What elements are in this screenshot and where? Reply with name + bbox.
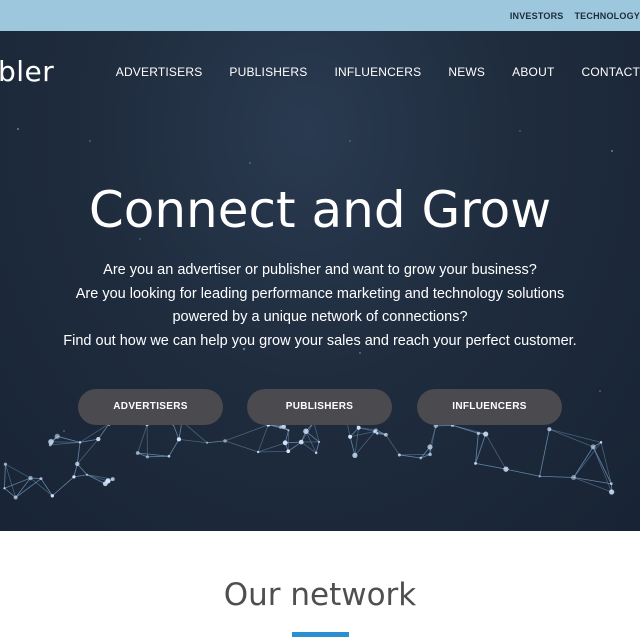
- hero-headline: Connect and Grow: [88, 181, 552, 239]
- brand-logo[interactable]: bler: [0, 55, 54, 88]
- nav-news[interactable]: NEWS: [448, 65, 485, 79]
- nav-publishers[interactable]: PUBLISHERS: [229, 65, 307, 79]
- nav-advertisers[interactable]: ADVERTISERS: [116, 65, 203, 79]
- influencers-button[interactable]: INFLUENCERS: [417, 389, 562, 425]
- advertisers-button[interactable]: ADVERTISERS: [78, 389, 223, 425]
- hero-description: Are you an advertiser or publisher and w…: [0, 259, 640, 353]
- top-utility-bar: INVESTORS TECHNOLOGY: [0, 0, 640, 31]
- technology-link[interactable]: TECHNOLOGY: [574, 11, 640, 21]
- utility-links: INVESTORS TECHNOLOGY: [499, 0, 640, 31]
- nav-influencers[interactable]: INFLUENCERS: [334, 65, 421, 79]
- nav-contact[interactable]: CONTACT: [581, 65, 640, 79]
- hero-section: bler ADVERTISERS PUBLISHERS INFLUENCERS …: [0, 31, 640, 531]
- publishers-button[interactable]: PUBLISHERS: [247, 389, 392, 425]
- main-nav: ADVERTISERS PUBLISHERS INFLUENCERS NEWS …: [89, 65, 640, 79]
- title-underline: [292, 632, 349, 637]
- our-network-title: Our network: [223, 577, 417, 613]
- nav-about[interactable]: ABOUT: [512, 65, 554, 79]
- hero-line: Are you looking for leading performance …: [75, 285, 565, 302]
- investors-link[interactable]: INVESTORS: [510, 11, 564, 21]
- hero-line: powered by a unique network of connectio…: [172, 309, 468, 325]
- hero-line: Are you an advertiser or publisher and w…: [103, 262, 537, 278]
- hero-line: Find out how we can help you grow your s…: [63, 332, 577, 349]
